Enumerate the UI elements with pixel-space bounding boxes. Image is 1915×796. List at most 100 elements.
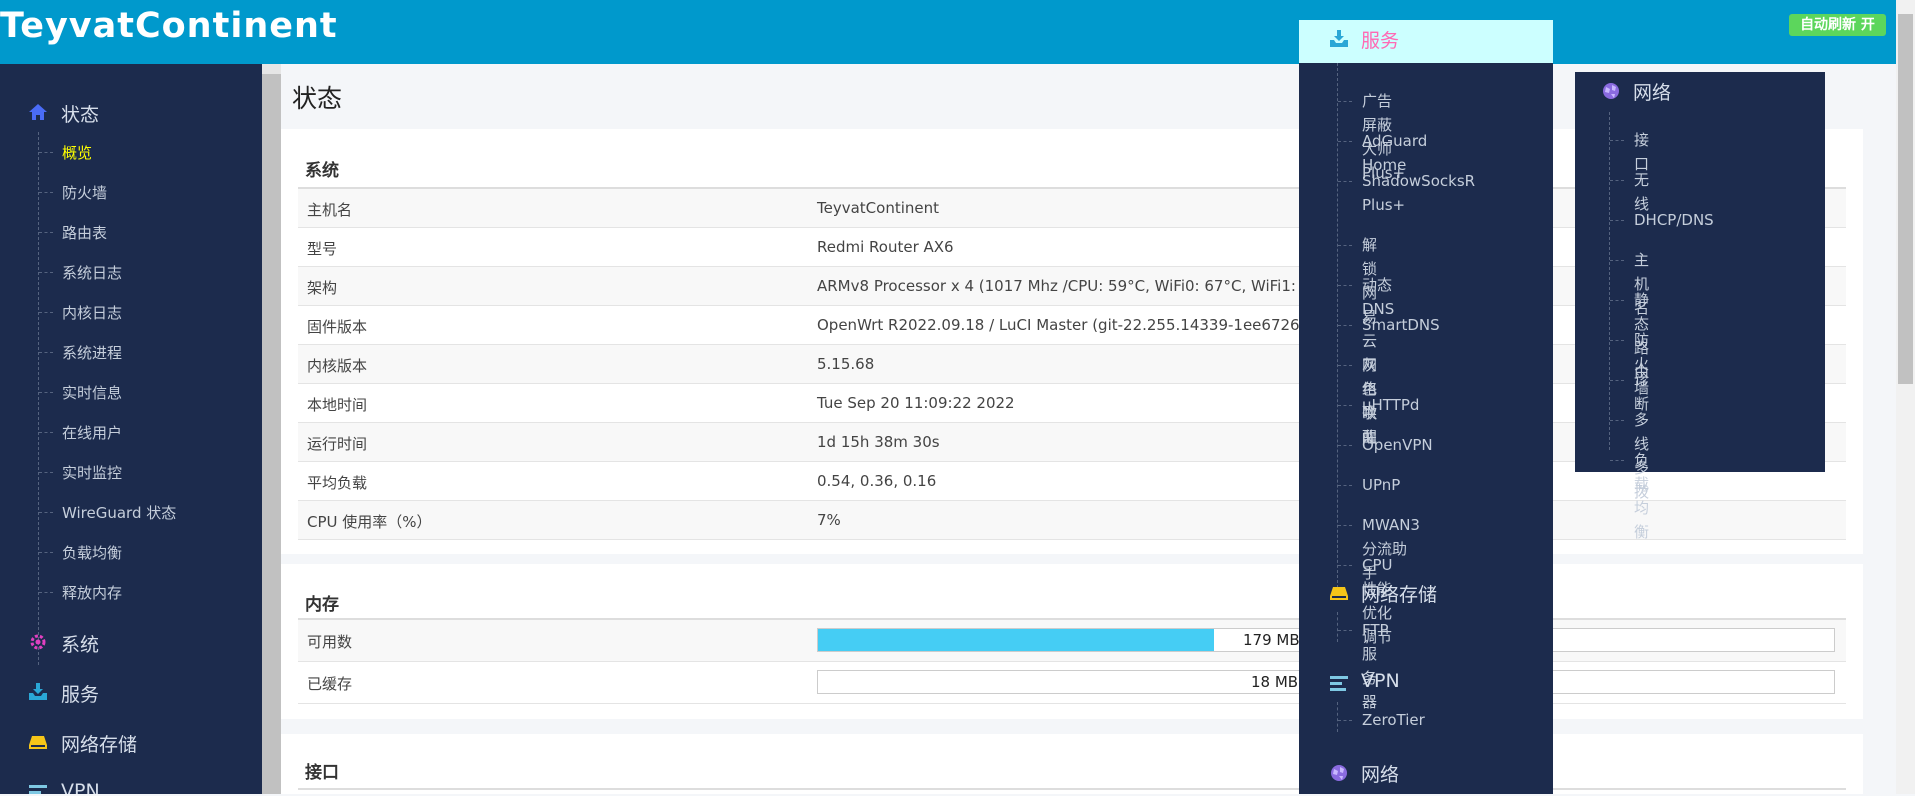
interfaces-table [298,788,1846,796]
sidebar-item-processes[interactable]: 系统进程 [1,332,262,372]
sidebar-item-load-balance[interactable]: 负载均衡 [1,532,262,572]
sidebar-item-wireguard[interactable]: WireGuard 状态 [1,492,262,532]
network-dropdown: 网络 接口 无线 DHCP/DNS 主机名 静态路由 防火墙 诊断 多线多拨 负… [1575,70,1825,541]
network-menu-tree: 接口 无线 DHCP/DNS 主机名 静态路由 防火墙 诊断 多线多拨 负载均衡 [1609,112,1714,541]
interfaces-card-title: 接口 [305,763,339,783]
sidebar-item-free-memory[interactable]: 释放内存 [1,572,262,612]
row-key: 架构 [307,279,338,297]
row-key: 可用数 [307,633,353,651]
sidebar-group-vpn[interactable]: VPN [0,772,262,794]
sidebar-group-system[interactable]: 系统 [0,622,262,662]
row-key: 内核版本 [307,357,368,375]
sidebar-group-storage[interactable]: 网络存储 [0,722,262,762]
row-key: 本地时间 [307,396,368,414]
sidebar-item-label: 系统日志 [62,264,123,282]
auto-refresh-toggle[interactable]: 自动刷新 开 [1789,14,1886,36]
sidebar-item-label: 概览 [62,144,93,162]
memory-bar-fill [818,629,1215,651]
menu-group-storage[interactable]: 网络存储 [1299,572,1553,612]
sidebar-item-label: 负载均衡 [62,544,123,562]
menu-group-network[interactable]: 网络 [1299,752,1553,792]
services-dropdown-title: 服务 [1361,30,1400,52]
sidebar-group-status[interactable]: 状态 [0,92,262,132]
storage-menu-tree: FTP 服务器 [1337,612,1389,711]
menu-group-label: 网络 [1633,82,1672,104]
services-dropdown: 服务 广告屏蔽大师 Plus+ AdGuard Home ShadowSocks… [1299,20,1553,794]
sidebar-item-firewall[interactable]: 防火墙 [1,172,262,212]
row-value: Redmi Router AX6 [817,238,954,256]
globe-icon [1603,83,1619,99]
sidebar-status-tree: 概览 防火墙 路由表 系统日志 内核日志 系统进程 实时信息 在线用户 实时监控… [38,132,176,665]
vpn-lines-icon [1330,676,1348,691]
gear-icon [30,634,46,650]
sidebar-group-services[interactable]: 服务 [0,672,262,712]
memory-table: 可用数 179 MB 已缓存 18 MB [298,618,1846,704]
row-key: 固件版本 [307,318,368,336]
menu-item-label: UPnP [1362,476,1401,494]
menu-item-label: DHCP/DNS [1634,211,1714,229]
row-value: TeyvatContinent [817,199,939,217]
sidebar-item-syslog[interactable]: 系统日志 [1,252,262,292]
sidebar-item-label: 在线用户 [62,424,123,442]
download-tray-icon [29,683,47,700]
row-value: ARMv8 Processor x 4 (1017 Mhz /CPU: 59°C… [817,277,1344,295]
row-value: 5.15.68 [817,355,875,373]
row-key: 主机名 [307,201,353,219]
sidebar-item-label: 释放内存 [62,584,123,602]
menu-item-label: SmartDNS [1362,316,1440,334]
download-tray-icon [1330,30,1348,47]
vpn-menu-tree: ZeroTier [1337,702,1425,732]
table-row: 已缓存 18 MB [298,662,1846,704]
sidebar-item-label: 防火墙 [62,184,108,202]
system-card-title: 系统 [305,161,339,181]
home-icon [29,104,47,120]
page-title: 状态 [292,84,343,113]
sidebar-group-label: 服务 [61,684,100,706]
network-dropdown-header[interactable]: 网络 [1575,70,1825,110]
row-value: OpenWrt R2022.09.18 / LuCI Master (git-2… [817,316,1306,334]
menu-group-label: VPN [1361,670,1400,692]
memory-bar-text: 179 MB [1243,631,1300,649]
globe-icon [1331,765,1347,781]
vpn-lines-icon [29,785,47,794]
sidebar-item-overview[interactable]: 概览 [1,132,262,172]
drive-icon [1330,587,1348,600]
table-row: CPU 使用率（%） 7% [298,501,1846,540]
sidebar-item-kernel-log[interactable]: 内核日志 [1,292,262,332]
content-scrollbar-thumb[interactable] [262,74,281,794]
menu-group-vpn[interactable]: VPN [1299,662,1553,702]
menu-item-label: OpenVPN [1362,436,1433,454]
row-key: 已缓存 [307,675,353,693]
sidebar-item-label: 实时监控 [62,464,123,482]
sidebar-group-label: 网络存储 [61,734,138,756]
menu-group-label: 网络存储 [1361,584,1438,606]
services-menu-tree: 广告屏蔽大师 Plus+ AdGuard Home ShadowSocksR Pl… [1337,63,1475,646]
services-dropdown-header[interactable]: 服务 [1299,20,1553,63]
sidebar-item-routes[interactable]: 路由表 [1,212,262,252]
row-key: 平均负载 [307,474,368,492]
memory-card: 内存 可用数 179 MB 已缓存 18 MB [281,564,1863,719]
sidebar-item-realtime[interactable]: 实时信息 [1,372,262,412]
sidebar-item-online-users[interactable]: 在线用户 [1,412,262,452]
page-scrollbar-thumb[interactable] [1898,14,1913,384]
brand-logo[interactable]: TeyvatContinent [0,2,338,50]
menu-item-label: 负载均衡 [1634,451,1650,541]
row-value: 0.54, 0.36, 0.16 [817,472,937,490]
sidebar-item-monitor[interactable]: 实时监控 [1,452,262,492]
top-header: TeyvatContinent 自动刷新 开 [0,0,1915,64]
sidebar-item-label: 内核日志 [62,304,123,322]
sidebar-group-label: VPN [61,780,100,794]
memory-bar-text: 18 MB [1251,673,1299,691]
sidebar-item-label: WireGuard 状态 [62,504,177,522]
interfaces-card: 接口 [281,734,1863,794]
row-key: 型号 [307,240,338,258]
sidebar-group-label: 系统 [61,634,100,656]
menu-item-label: uHTTPd [1362,396,1420,414]
menu-item-label: Plus+ [1362,196,1406,214]
sidebar-group-label: 状态 [61,104,100,126]
menu-item-label: ZeroTier [1362,711,1425,729]
sidebar-item-label: 系统进程 [62,344,123,362]
menu-item-label: ShadowSocksR [1362,172,1476,190]
menu-group-label: 网络 [1361,764,1400,786]
drive-icon [29,736,47,749]
